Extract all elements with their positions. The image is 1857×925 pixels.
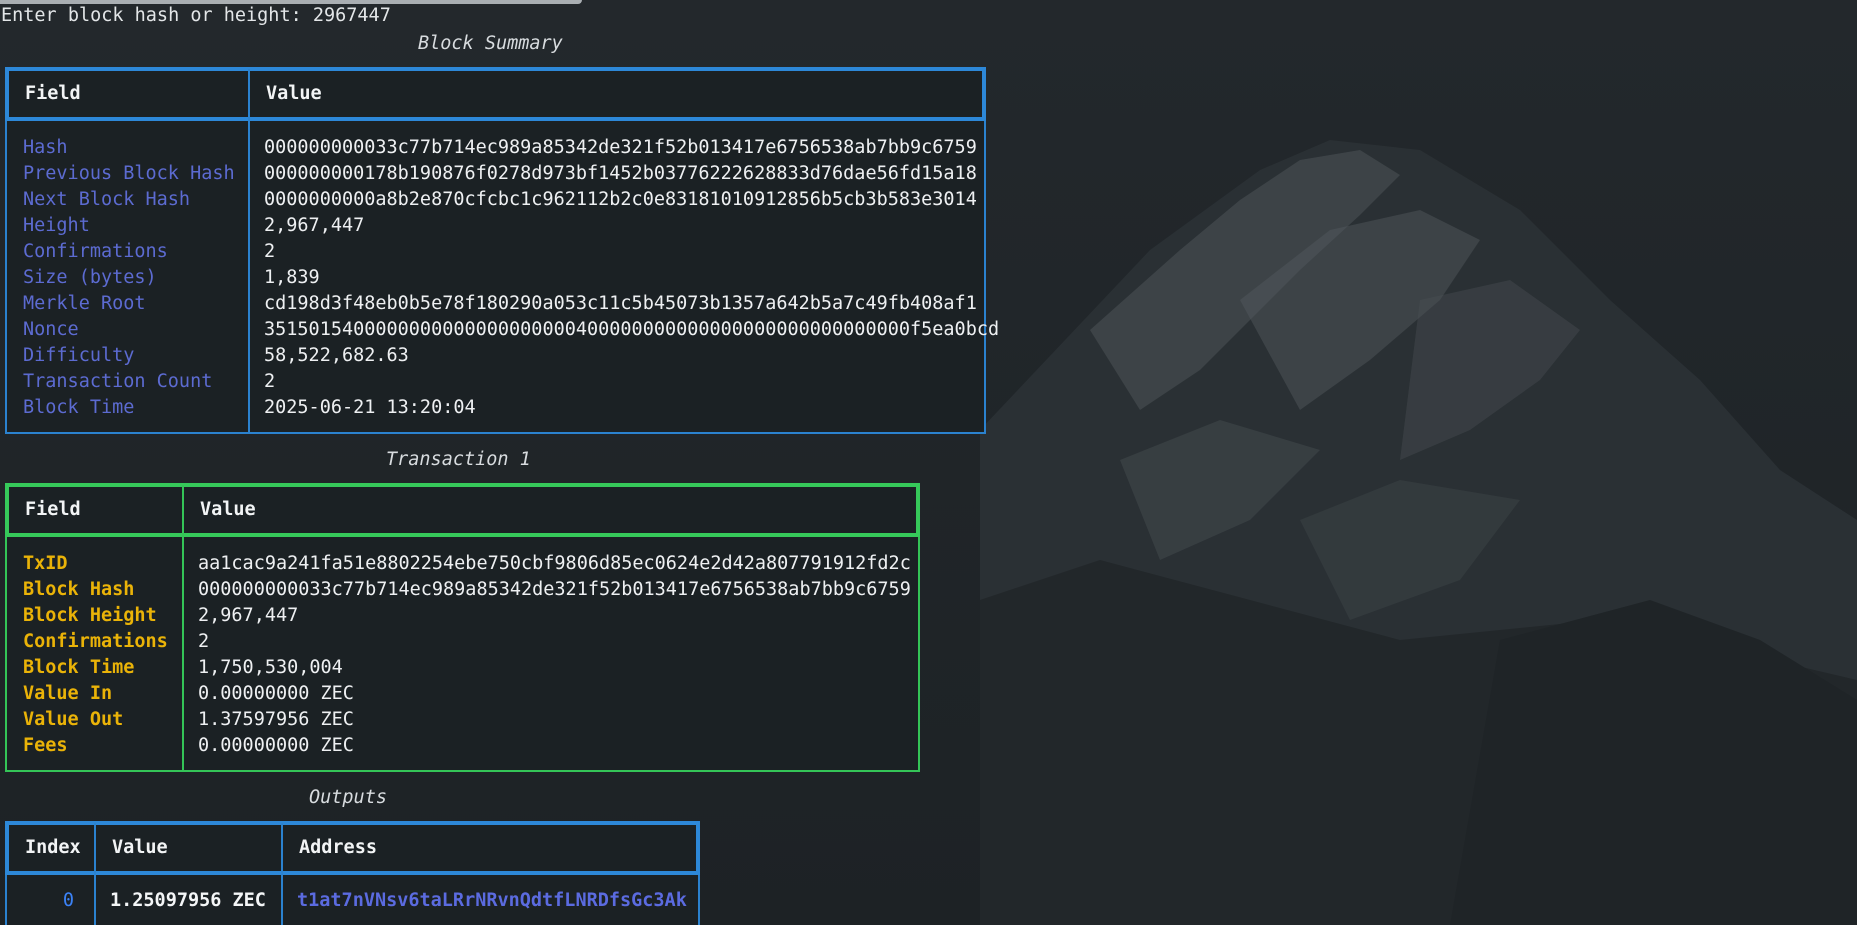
field-value: 3515015400000000000000000000400000000000… xyxy=(264,319,1000,340)
header-value: Value xyxy=(112,837,168,858)
header-field: Field xyxy=(25,499,81,520)
field-name: Merkle Root xyxy=(23,293,146,314)
field-value: 2,967,447 xyxy=(198,605,299,626)
header-value: Value xyxy=(200,499,256,520)
transaction-header: Field Value xyxy=(5,483,920,537)
field-name: Hash xyxy=(23,137,68,158)
field-name: Confirmations xyxy=(23,241,168,262)
field-value: 0000000000a8b2e870cfcbc1c962112b2c0e8318… xyxy=(264,189,977,210)
block-summary-header: Field Value xyxy=(5,67,986,121)
field-value: 1,839 xyxy=(264,267,320,288)
field-name: Confirmations xyxy=(23,631,168,652)
field-name: Height xyxy=(23,215,90,236)
field-name: Value Out xyxy=(23,709,124,730)
header-value: Value xyxy=(266,83,322,104)
field-name: Block Height xyxy=(23,605,157,626)
field-name: Previous Block Hash xyxy=(23,163,235,184)
field-value: 2 xyxy=(198,631,210,652)
header-field: Field xyxy=(25,83,81,104)
field-name: Block Hash xyxy=(23,579,135,600)
output-index: 0 xyxy=(62,890,74,911)
field-value: 0.00000000 ZEC xyxy=(198,735,354,756)
transaction-caption: Transaction 1 xyxy=(386,449,531,470)
header-address: Address xyxy=(299,837,377,858)
output-value: 1.25097956 ZEC xyxy=(110,890,266,911)
column-divider xyxy=(281,823,283,925)
outputs-header: Index Value Address xyxy=(5,821,700,875)
field-name: TxID xyxy=(23,553,68,574)
field-name: Transaction Count xyxy=(23,371,213,392)
field-value: 2 xyxy=(264,241,276,262)
field-value: 000000000033c77b714ec989a85342de321f52b0… xyxy=(264,137,977,158)
column-divider xyxy=(182,485,184,770)
field-value: 1,750,530,004 xyxy=(198,657,343,678)
field-name: Next Block Hash xyxy=(23,189,191,210)
window-edge-strip xyxy=(0,0,582,4)
column-divider xyxy=(94,823,96,925)
height-prompt[interactable]: Enter block hash or height: 2967447 xyxy=(1,5,391,26)
field-value: 000000000033c77b714ec989a85342de321f52b0… xyxy=(198,579,911,600)
block-summary-caption: Block Summary xyxy=(418,33,563,54)
field-name: Block Time xyxy=(23,657,135,678)
field-name: Block Time xyxy=(23,397,135,418)
output-address[interactable]: t1at7nVNsv6taLRrNRvnQdtfLNRDfsGc3Ak xyxy=(297,890,687,911)
field-name: Value In xyxy=(23,683,113,704)
field-value: 2 xyxy=(264,371,276,392)
column-divider xyxy=(248,69,250,432)
field-value: 58,522,682.63 xyxy=(264,345,409,366)
outputs-table: Index Value Address 0 1.25097956 ZEC t1at7… xyxy=(5,821,700,925)
field-value: 2025-06-21 13:20:04 xyxy=(264,397,476,418)
field-value: aa1cac9a241fa51e8802254ebe750cbf9806d85e… xyxy=(198,553,911,574)
field-name: Fees xyxy=(23,735,68,756)
field-value: cd198d3f48eb0b5e78f180290a053c11c5b45073… xyxy=(264,293,977,314)
field-name: Size (bytes) xyxy=(23,267,157,288)
field-value: 2,967,447 xyxy=(264,215,365,236)
block-summary-table: Field Value Hash 000000000033c77b714ec989… xyxy=(5,67,999,434)
field-value: 0.00000000 ZEC xyxy=(198,683,354,704)
field-name: Nonce xyxy=(23,319,79,340)
header-index: Index xyxy=(25,837,81,858)
field-value: 1.37597956 ZEC xyxy=(198,709,354,730)
transaction-table: Field Value TxID aa1cac9a241fa51e8802254e… xyxy=(5,483,920,772)
field-value: 000000000178b190876f0278d973bf1452b03776… xyxy=(264,163,977,184)
outputs-caption: Outputs xyxy=(309,787,387,808)
field-name: Difficulty xyxy=(23,345,135,366)
